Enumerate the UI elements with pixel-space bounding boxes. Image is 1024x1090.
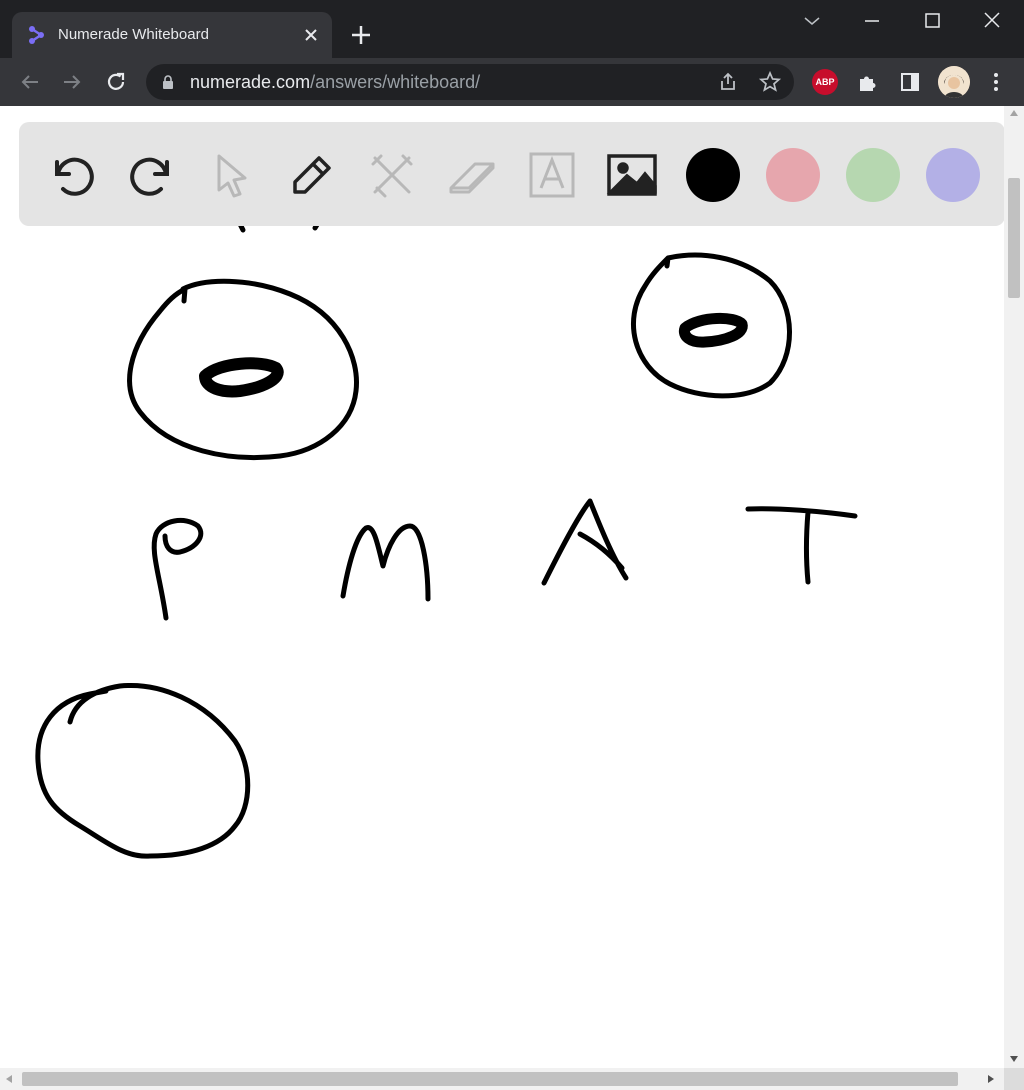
- url-host: numerade.com: [190, 72, 311, 92]
- letter-m-stroke: [340, 523, 431, 602]
- new-tab-icon[interactable]: [348, 22, 374, 48]
- share-icon[interactable]: [716, 70, 740, 94]
- horizontal-scroll-thumb[interactable]: [22, 1072, 958, 1086]
- color-green-swatch[interactable]: [846, 148, 900, 202]
- scroll-left-icon[interactable]: [6, 1075, 12, 1083]
- horizontal-scrollbar[interactable]: [0, 1068, 1004, 1090]
- color-purple-swatch[interactable]: [926, 148, 980, 202]
- letter-a-stroke: [541, 498, 629, 586]
- adblock-extension-icon[interactable]: ABP: [812, 69, 838, 95]
- numerade-logo-icon: [29, 26, 44, 44]
- handwritten-drawing: [35, 177, 858, 859]
- tab-search-icon[interactable]: [796, 8, 828, 34]
- scroll-down-icon[interactable]: [1010, 1056, 1018, 1062]
- browser-tab-strip: Numerade Whiteboard: [0, 0, 1024, 58]
- back-icon[interactable]: [18, 70, 42, 94]
- url-text: numerade.com/answers/whiteboard/: [190, 72, 480, 93]
- extensions-puzzle-icon[interactable]: [856, 70, 880, 94]
- whiteboard-toolbar: [19, 122, 1004, 226]
- address-bar[interactable]: numerade.com/answers/whiteboard/: [146, 64, 794, 100]
- scrollbar-corner: [1004, 1068, 1024, 1090]
- side-panel-icon[interactable]: [898, 70, 922, 94]
- color-pink-swatch[interactable]: [766, 148, 820, 202]
- right-eye-stroke: [630, 252, 792, 399]
- left-pupil-stroke: [199, 357, 284, 398]
- vertical-scrollbar[interactable]: [1004, 106, 1024, 1068]
- tools-icon[interactable]: [365, 148, 419, 202]
- color-black-swatch[interactable]: [686, 148, 740, 202]
- browser-tab[interactable]: Numerade Whiteboard: [12, 12, 332, 58]
- letter-t-stroke: [745, 506, 858, 585]
- letter-p-stroke: [151, 517, 204, 621]
- vertical-scroll-thumb[interactable]: [1008, 178, 1020, 298]
- whiteboard-canvas[interactable]: [0, 106, 1004, 1068]
- scroll-up-icon[interactable]: [1010, 110, 1018, 116]
- right-pupil-stroke: [678, 312, 748, 348]
- scroll-right-icon[interactable]: [988, 1075, 994, 1083]
- minimize-icon[interactable]: [856, 8, 888, 34]
- eraser-icon[interactable]: [445, 148, 499, 202]
- bottom-circle-stroke: [35, 682, 251, 859]
- close-tab-icon[interactable]: [300, 24, 322, 46]
- tab-title: Numerade Whiteboard: [58, 26, 209, 43]
- forward-icon[interactable]: [60, 70, 84, 94]
- undo-icon[interactable]: [45, 148, 99, 202]
- reload-icon[interactable]: [104, 70, 128, 94]
- browser-toolbar: numerade.com/answers/whiteboard/ ABP: [0, 58, 1024, 106]
- pencil-icon[interactable]: [285, 148, 339, 202]
- redo-icon[interactable]: [125, 148, 179, 202]
- browser-menu-icon[interactable]: [984, 70, 1008, 94]
- close-window-icon[interactable]: [976, 8, 1008, 34]
- text-tool-icon[interactable]: [525, 148, 579, 202]
- url-path: /answers/whiteboard/: [310, 72, 481, 92]
- select-icon[interactable]: [205, 148, 259, 202]
- lock-icon: [163, 75, 173, 89]
- bookmark-star-icon[interactable]: [758, 70, 782, 94]
- maximize-icon[interactable]: [916, 8, 948, 34]
- image-icon[interactable]: [605, 148, 659, 202]
- profile-avatar[interactable]: [938, 66, 970, 98]
- profile-picture-icon: [938, 66, 970, 98]
